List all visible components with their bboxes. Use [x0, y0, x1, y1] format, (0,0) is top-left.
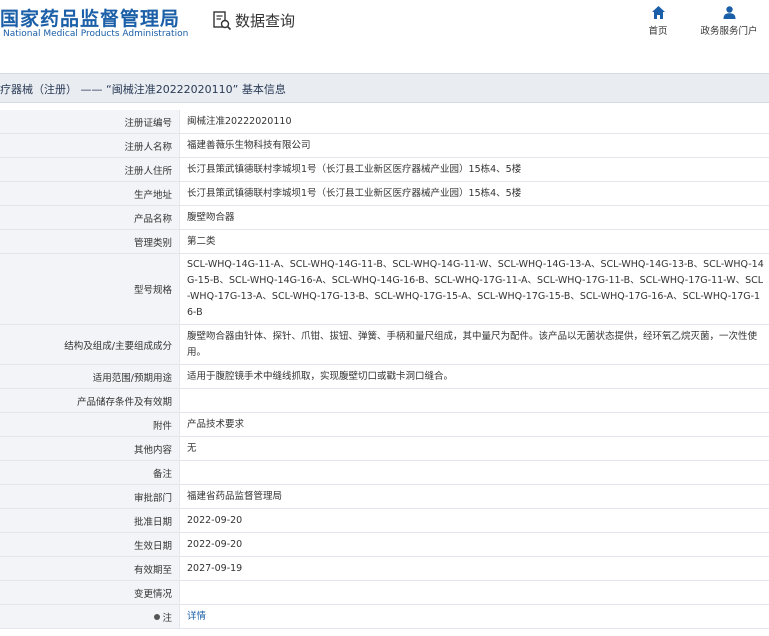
table-row: 生效日期 2022-09-20: [0, 533, 769, 557]
table-row: 审批部门 福建省药品监督管理局: [0, 485, 769, 509]
field-label: 注册证编号: [0, 110, 180, 133]
table-row: 生产地址 长汀县策武镇德联村李城坝1号（长汀县工业新区医疗器械产业园）15栋4、…: [0, 182, 769, 206]
nav-service-portal-label: 政务服务门户: [700, 26, 758, 37]
field-label: 审批部门: [0, 485, 180, 508]
detail-table: 注册证编号 闽械注准20222020110 注册人名称 福建善薇乐生物科技有限公…: [0, 110, 769, 629]
table-row: 注 详情: [0, 605, 769, 629]
table-row: 管理类别 第二类: [0, 230, 769, 254]
field-value: 福建善薇乐生物科技有限公司: [187, 139, 311, 151]
data-query-title: 数据查询: [212, 10, 295, 31]
nav-service-portal[interactable]: 政务服务门户: [698, 5, 760, 37]
table-row: 注册人住所 长汀县策武镇德联村李城坝1号（长汀县工业新区医疗器械产业园）15栋4…: [0, 158, 769, 182]
field-value: [180, 581, 769, 604]
data-query-label: 数据查询: [235, 12, 296, 30]
details-link[interactable]: 详情: [187, 609, 206, 625]
field-value: [180, 461, 769, 484]
field-label: 备注: [0, 461, 180, 484]
document-search-icon: [213, 10, 232, 30]
field-label: 生效日期: [0, 533, 180, 556]
nav-home-label: 首页: [648, 26, 668, 37]
field-value: 腹壁吻合器由针体、探针、爪钳、拔钮、弹簧、手柄和量尺组成，其中量尺为配件。该产品…: [187, 330, 758, 358]
field-label: 批准日期: [0, 509, 180, 532]
table-row: 其他内容 无: [0, 437, 769, 461]
field-value: 闽械注准20222020110: [187, 115, 292, 127]
table-row: 有效期至 2027-09-19: [0, 557, 769, 581]
field-label: 注: [162, 612, 172, 624]
field-label: 管理类别: [0, 230, 180, 253]
table-row: 变更情况: [0, 581, 769, 605]
table-row: 备注: [0, 461, 769, 485]
field-label: 结构及组成/主要组成成分: [0, 325, 180, 364]
table-row: 产品储存条件及有效期: [0, 389, 769, 413]
table-row: 批准日期 2022-09-20: [0, 509, 769, 533]
table-row: 注册证编号 闽械注准20222020110: [0, 110, 769, 134]
field-value: SCL-WHQ-14G-11-A、SCL-WHQ-14G-11-B、SCL-WH…: [187, 259, 764, 318]
field-label: 其他内容: [0, 437, 180, 460]
field-value: 福建省药品监督管理局: [187, 490, 283, 502]
table-row: 结构及组成/主要组成成分 腹壁吻合器由针体、探针、爪钳、拔钮、弹簧、手柄和量尺组…: [0, 325, 769, 365]
field-label: 型号规格: [0, 254, 180, 324]
table-row: 适用范围/预期用途 适用于腹腔镜手术中缝线抓取，实现腹壁切口或戳卡洞口缝合。: [0, 365, 769, 389]
field-value: 2022-09-20: [187, 514, 243, 526]
home-icon: [651, 6, 665, 19]
user-icon: [723, 6, 735, 19]
table-row: 型号规格 SCL-WHQ-14G-11-A、SCL-WHQ-14G-11-B、S…: [0, 254, 769, 325]
field-label: 生产地址: [0, 182, 180, 205]
field-label: 附件: [0, 413, 180, 436]
site-logo-title[interactable]: 国家药品监督管理局: [0, 4, 180, 31]
pin-icon: [154, 613, 161, 620]
field-label: 变更情况: [0, 581, 180, 604]
field-value: 产品技术要求: [187, 418, 245, 430]
field-label: 产品储存条件及有效期: [0, 389, 180, 412]
table-row: 附件 产品技术要求: [0, 413, 769, 437]
field-value: 长汀县策武镇德联村李城坝1号（长汀县工业新区医疗器械产业园）15栋4、5楼: [187, 163, 522, 175]
field-value: 适用于腹腔镜手术中缝线抓取，实现腹壁切口或戳卡洞口缝合。: [187, 370, 454, 382]
field-value: 无: [187, 442, 197, 454]
field-value: [180, 389, 769, 412]
field-label: 注册人名称: [0, 134, 180, 157]
field-label: 适用范围/预期用途: [0, 365, 180, 388]
field-value: 第二类: [187, 235, 216, 247]
field-label: 注册人住所: [0, 158, 180, 181]
field-value: 详情: [180, 605, 769, 628]
table-row: 产品名称 腹壁吻合器: [0, 206, 769, 230]
field-value: 2022-09-20: [187, 538, 243, 550]
field-label: 有效期至: [0, 557, 180, 580]
field-value: 长汀县策武镇德联村李城坝1号（长汀县工业新区医疗器械产业园）15栋4、5楼: [187, 187, 522, 199]
field-label: 产品名称: [0, 206, 180, 229]
field-value: 腹壁吻合器: [187, 211, 235, 223]
nav-home[interactable]: 首页: [645, 5, 671, 37]
note-label: 注: [0, 605, 180, 628]
table-row: 注册人名称 福建善薇乐生物科技有限公司: [0, 134, 769, 158]
field-value: 2027-09-19: [187, 562, 243, 574]
site-logo-subtitle: National Medical Products Administration: [3, 29, 189, 39]
record-title: 疗器械（注册） —— “闽械注准20222020110” 基本信息: [0, 83, 286, 96]
site-header: 国家药品监督管理局 National Medical Products Admi…: [0, 0, 769, 46]
record-title-bar: 疗器械（注册） —— “闽械注准20222020110” 基本信息: [0, 73, 769, 103]
